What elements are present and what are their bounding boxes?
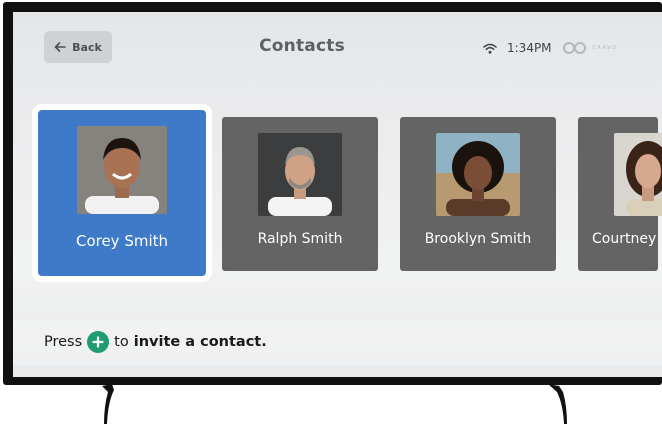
contact-name: Ralph Smith (257, 231, 343, 247)
page-title: Contacts (259, 36, 345, 56)
tv-screen: Back Contacts 1:34PM CAAVO Corey Smith R… (13, 12, 662, 377)
back-button[interactable]: Back (44, 31, 112, 63)
brand-name: CAAVO (592, 45, 618, 51)
back-button-label: Back (72, 40, 102, 54)
arrow-left-icon (54, 42, 66, 52)
tv-stand-left-leg (102, 384, 114, 424)
hint-prefix: Press (44, 334, 83, 350)
tv-stand-right-leg (548, 384, 567, 424)
contact-card-courtney[interactable]: Courtney (578, 117, 662, 271)
contact-photo (258, 133, 342, 216)
contact-photo (436, 133, 520, 216)
contact-card-brooklyn-smith[interactable]: Brooklyn Smith (400, 117, 556, 271)
wifi-icon (483, 43, 497, 54)
contact-card-ralph-smith[interactable]: Ralph Smith (222, 117, 378, 271)
invite-hint: Press to invite a contact. (44, 329, 267, 355)
contact-name: Brooklyn Smith (424, 231, 532, 247)
contact-photo (614, 133, 662, 216)
contact-card-corey-smith[interactable]: Corey Smith (32, 104, 212, 282)
hint-action: invite a contact. (133, 334, 267, 350)
plus-icon[interactable] (87, 331, 110, 353)
brand-logo: CAAVO (562, 42, 618, 54)
hint-middle: to (114, 334, 129, 350)
caavo-logo (562, 42, 586, 54)
contact-name: Courtney (592, 231, 657, 247)
contact-name: Corey Smith (75, 232, 169, 250)
clock: 1:34PM (507, 41, 552, 55)
contact-photo (77, 126, 167, 214)
status-bar: 1:34PM CAAVO (483, 38, 617, 58)
